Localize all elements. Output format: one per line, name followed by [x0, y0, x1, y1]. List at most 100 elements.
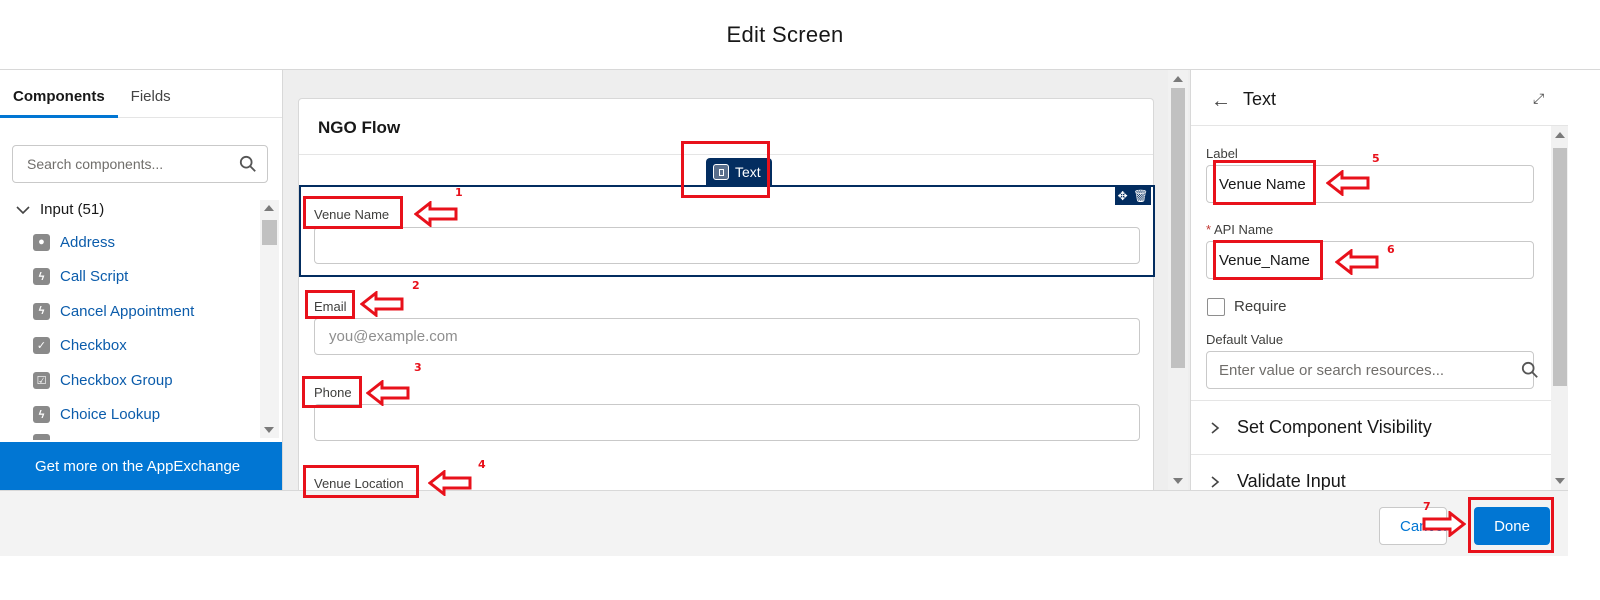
- scrollbar-thumb[interactable]: [1171, 88, 1185, 368]
- require-label: Require: [1234, 298, 1287, 315]
- annotation-arrow-icon: [414, 201, 458, 227]
- chevron-right-icon: [1211, 421, 1220, 434]
- component-item-choice-lookup[interactable]: ϟ Choice Lookup: [33, 398, 258, 433]
- component-item-partial[interactable]: [33, 432, 258, 440]
- chevron-down-icon: [16, 205, 30, 214]
- default-value-input[interactable]: [1206, 351, 1534, 389]
- properties-panel: ← Text ⤢ Label * API Name Require Defaul…: [1190, 70, 1568, 490]
- label-input[interactable]: [1206, 165, 1534, 203]
- search-icon[interactable]: [239, 155, 257, 173]
- required-mark: *: [1206, 222, 1212, 237]
- tab-fields[interactable]: Fields: [118, 88, 184, 117]
- section-label: Set Component Visibility: [1237, 417, 1432, 437]
- search-icon[interactable]: [1521, 361, 1539, 379]
- component-item-label: Address: [60, 233, 116, 251]
- field-label-venue-location: Venue Location: [314, 476, 404, 490]
- checkbox-group-icon: ☑: [33, 371, 50, 389]
- component-item-checkbox[interactable]: ✓ Checkbox: [33, 329, 258, 364]
- annotation-arrow-icon: [428, 470, 472, 496]
- annotation-arrow-icon: [1326, 170, 1370, 196]
- annotation-number: 5: [1372, 152, 1380, 165]
- section-validate-input[interactable]: Validate Input: [1191, 454, 1551, 490]
- move-icon[interactable]: ✥: [1118, 189, 1128, 203]
- back-arrow-icon[interactable]: ←: [1211, 90, 1231, 113]
- lightning-icon: ϟ: [33, 406, 50, 424]
- location-icon: ●: [33, 233, 50, 251]
- palette-tabs: Components Fields: [0, 70, 282, 118]
- scroll-down-icon[interactable]: [1555, 478, 1565, 484]
- tab-components[interactable]: Components: [0, 88, 118, 118]
- properties-title: Text: [1243, 89, 1277, 109]
- scroll-down-icon[interactable]: [1173, 478, 1183, 484]
- scroll-up-icon[interactable]: [1173, 76, 1183, 82]
- section-component-visibility[interactable]: Set Component Visibility: [1191, 400, 1551, 454]
- canvas-scrollbar[interactable]: [1168, 70, 1188, 490]
- field-label-email: Email: [314, 299, 347, 314]
- selected-component-badge[interactable]: Text: [706, 158, 772, 186]
- annotation-arrow-icon: [1422, 511, 1466, 537]
- field-toolbar: ✥ 🗑: [1115, 187, 1151, 205]
- component-item-label: Choice Lookup: [60, 406, 161, 424]
- annotation-arrow-icon: [1335, 249, 1379, 275]
- annotation-number: 3: [414, 361, 422, 374]
- scroll-down-icon[interactable]: [264, 427, 274, 433]
- lightning-icon: ϟ: [33, 302, 50, 320]
- expand-icon[interactable]: ⤢: [1533, 90, 1544, 107]
- component-item-checkbox-group[interactable]: ☑ Checkbox Group: [33, 363, 258, 398]
- modal-footer: Cancel Done: [0, 490, 1568, 556]
- badge-label: Text: [735, 164, 761, 180]
- text-component-icon: [713, 164, 729, 180]
- scroll-up-icon[interactable]: [264, 205, 274, 211]
- done-button[interactable]: Done: [1474, 507, 1550, 545]
- api-name-label: * API Name: [1206, 222, 1273, 237]
- annotation-number: 2: [412, 279, 420, 292]
- label-field-label: Label: [1206, 146, 1238, 161]
- annotation-number: 6: [1387, 243, 1395, 256]
- email-input[interactable]: [314, 318, 1140, 355]
- annotation-number: 1: [455, 186, 463, 199]
- component-item-call-script[interactable]: ϟ Call Script: [33, 260, 258, 295]
- chevron-right-icon: [1211, 475, 1220, 488]
- bottom-strip: [0, 556, 1600, 600]
- field-label-venue-name: Venue Name: [314, 207, 390, 222]
- api-name-label-text: API Name: [1213, 222, 1274, 237]
- annotation-number: 4: [478, 458, 486, 471]
- component-item-address[interactable]: ● Address: [33, 225, 258, 260]
- screen-card: NGO Flow Text ✥ 🗑 Venue Name Email Phone…: [298, 98, 1155, 490]
- properties-scrollbar[interactable]: [1551, 126, 1568, 490]
- component-item-label: Checkbox Group: [60, 371, 173, 389]
- group-input-label: Input (51): [40, 201, 105, 218]
- section-label: Validate Input: [1237, 471, 1346, 490]
- component-search[interactable]: [12, 145, 268, 183]
- component-search-input[interactable]: [27, 156, 227, 172]
- lightning-icon: ϟ: [33, 268, 50, 286]
- scrollbar-thumb[interactable]: [262, 220, 277, 245]
- component-item-cancel-appointment[interactable]: ϟ Cancel Appointment: [33, 294, 258, 329]
- phone-input[interactable]: [314, 404, 1140, 441]
- modal-header: Edit Screen: [0, 0, 1600, 70]
- modal-title: Edit Screen: [726, 21, 844, 47]
- venue-name-input[interactable]: [314, 227, 1140, 264]
- component-item-label: Checkbox: [60, 337, 127, 355]
- require-checkbox[interactable]: [1207, 298, 1225, 316]
- default-value-label: Default Value: [1206, 332, 1284, 347]
- field-label-phone: Phone: [314, 385, 352, 400]
- properties-header: ← Text ⤢: [1191, 70, 1568, 126]
- delete-icon[interactable]: 🗑: [1133, 189, 1148, 203]
- divider: [299, 154, 1153, 155]
- scroll-up-icon[interactable]: [1555, 132, 1565, 138]
- component-palette: Components Fields Input (51) ● Address ϟ…: [0, 70, 283, 490]
- palette-scrollbar[interactable]: [260, 200, 279, 438]
- component-item-label: Call Script: [60, 268, 129, 286]
- scrollbar-thumb[interactable]: [1553, 148, 1567, 386]
- annotation-arrow-icon: [366, 380, 410, 406]
- annotation-number: 7: [1423, 500, 1431, 513]
- appexchange-link[interactable]: Get more on the AppExchange: [0, 442, 282, 490]
- checkbox-icon: ✓: [33, 337, 50, 355]
- annotation-arrow-icon: [360, 291, 404, 317]
- component-icon: [33, 433, 50, 440]
- component-list: ● Address ϟ Call Script ϟ Cancel Appoint…: [33, 225, 258, 440]
- screen-title: NGO Flow: [318, 118, 401, 137]
- component-item-label: Cancel Appointment: [60, 302, 195, 320]
- group-input-toggle[interactable]: Input (51): [16, 201, 104, 218]
